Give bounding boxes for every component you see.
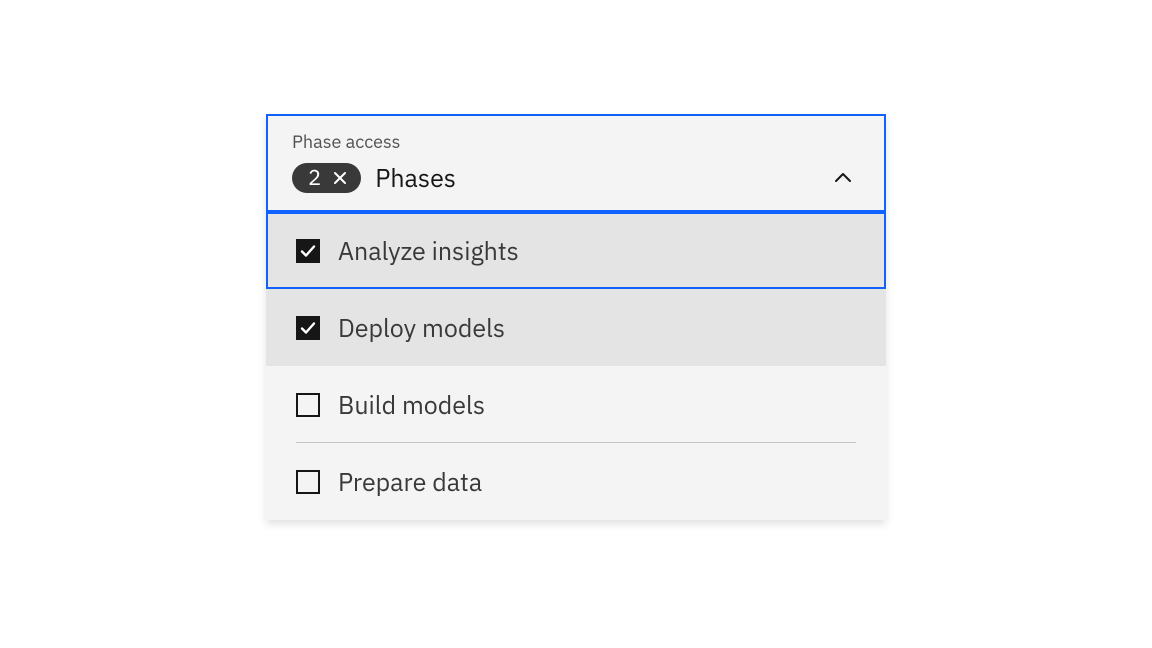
option-label: Analyze insights	[338, 234, 519, 267]
collapse-button[interactable]	[832, 167, 854, 189]
dropdown-label: Phase access	[292, 130, 860, 153]
clear-selection-button[interactable]	[331, 169, 349, 187]
checkmark-icon	[300, 320, 316, 336]
close-icon	[332, 170, 348, 186]
phase-access-dropdown: Phase access 2 Phases Analyze insights	[266, 114, 886, 520]
dropdown-header[interactable]: Phase access 2 Phases	[266, 114, 886, 212]
dropdown-options: Analyze insights Deploy models Build mod…	[266, 212, 886, 520]
selection-tag: 2	[292, 163, 361, 193]
checkmark-icon	[300, 243, 316, 259]
option-analyze-insights[interactable]: Analyze insights	[266, 212, 886, 289]
dropdown-control: 2 Phases	[292, 161, 860, 194]
checkbox-checked[interactable]	[296, 316, 320, 340]
option-build-models[interactable]: Build models	[266, 366, 886, 443]
chevron-up-icon	[833, 168, 853, 188]
option-deploy-models[interactable]: Deploy models	[266, 289, 886, 366]
option-prepare-data[interactable]: Prepare data	[266, 443, 886, 520]
option-label: Build models	[338, 388, 485, 421]
dropdown-summary: 2 Phases	[292, 161, 456, 194]
selection-count: 2	[308, 167, 321, 189]
checkbox-unchecked[interactable]	[296, 470, 320, 494]
dropdown-title: Phases	[375, 161, 456, 194]
checkbox-checked[interactable]	[296, 239, 320, 263]
option-label: Deploy models	[338, 311, 505, 344]
checkbox-unchecked[interactable]	[296, 393, 320, 417]
option-label: Prepare data	[338, 465, 482, 498]
